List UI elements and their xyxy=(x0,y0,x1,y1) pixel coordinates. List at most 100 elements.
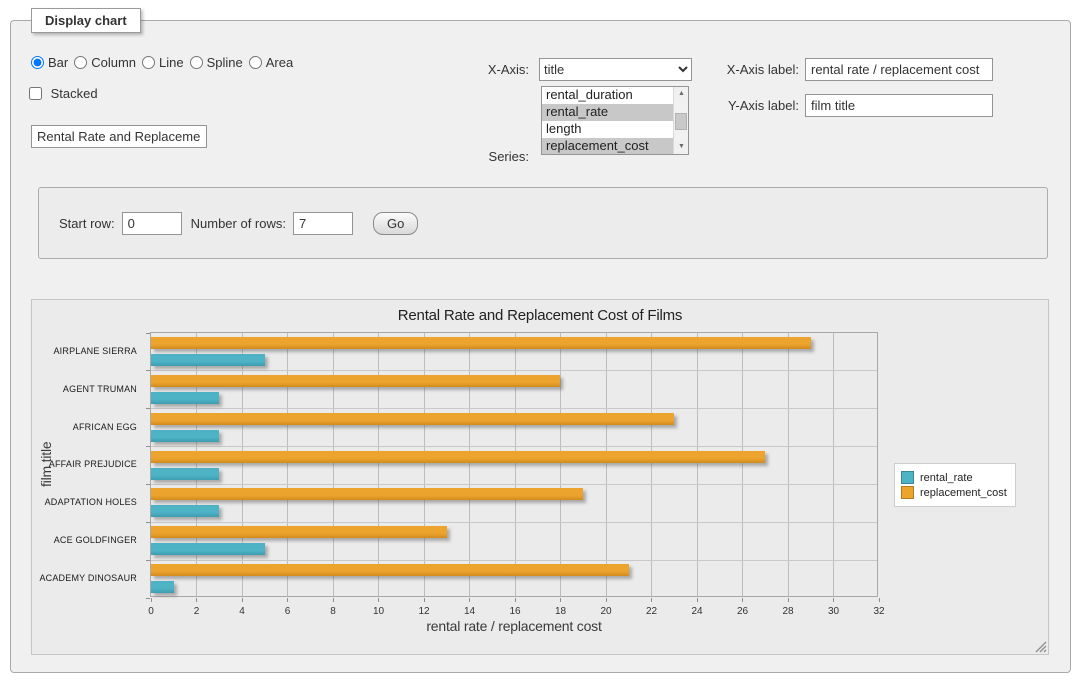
series-option-rental_rate[interactable]: rental_rate xyxy=(542,104,673,121)
legend-swatch xyxy=(901,486,914,499)
bar-replacement_cost-airplane-sierra xyxy=(151,337,811,349)
row-range-panel: Start row: Number of rows: Go xyxy=(38,187,1048,259)
x-tick-mark xyxy=(196,598,197,602)
bar-rental_rate-airplane-sierra xyxy=(151,354,265,366)
x-tick-label: 14 xyxy=(450,606,490,617)
chart-type-label: Spline xyxy=(207,55,243,70)
series-scrollbar[interactable]: ▲ ▼ xyxy=(673,87,688,154)
bar-replacement_cost-adaptation-holes xyxy=(151,488,583,500)
x-tick-label: 10 xyxy=(359,606,399,617)
legend-item-rental_rate: rental_rate xyxy=(901,471,1007,484)
scrollbar-thumb[interactable] xyxy=(675,113,687,130)
x-tick-mark xyxy=(287,598,288,602)
chart-title: Rental Rate and Replacement Cost of Film… xyxy=(32,307,1048,324)
gridline xyxy=(833,333,834,596)
x-tick-label: 22 xyxy=(632,606,672,617)
bar-rental_rate-adaptation-holes xyxy=(151,505,219,517)
chart-type-option-column[interactable]: Column xyxy=(74,55,136,70)
chart-type-radio-spline[interactable] xyxy=(190,56,203,69)
x-axis-title: rental rate / replacement cost xyxy=(150,618,878,634)
bar-replacement_cost-ace-goldfinger xyxy=(151,526,447,538)
chart-type-radio-bar[interactable] xyxy=(31,56,44,69)
x-tick-label: 26 xyxy=(723,606,763,617)
legend-label: replacement_cost xyxy=(920,487,1007,499)
chart-type-radio-area[interactable] xyxy=(249,56,262,69)
resize-handle-icon[interactable] xyxy=(1035,641,1047,653)
x-tick-mark xyxy=(606,598,607,602)
bar-rental_rate-ace-goldfinger xyxy=(151,543,265,555)
legend-item-replacement_cost: replacement_cost xyxy=(901,486,1007,499)
x-tick-mark xyxy=(560,598,561,602)
stacked-option[interactable]: Stacked xyxy=(29,86,98,101)
stacked-checkbox[interactable] xyxy=(29,87,42,100)
gridline xyxy=(287,333,288,596)
num-rows-input[interactable] xyxy=(293,212,353,235)
scrollbar-up-icon[interactable]: ▲ xyxy=(674,87,689,101)
x-tick-label: 4 xyxy=(222,606,262,617)
chart-type-option-line[interactable]: Line xyxy=(142,55,184,70)
bar-rental_rate-affair-prejudice xyxy=(151,468,219,480)
gridline xyxy=(151,522,877,523)
category-label: ADAPTATION HOLES xyxy=(32,483,144,521)
y-tick-mark xyxy=(146,446,150,447)
x-axis-select[interactable]: title xyxy=(539,58,692,81)
gridline xyxy=(151,484,877,485)
x-tick-mark xyxy=(378,598,379,602)
gridline xyxy=(515,333,516,596)
gridline xyxy=(651,333,652,596)
x-tick-mark xyxy=(333,598,334,602)
bar-replacement_cost-african-egg xyxy=(151,413,674,425)
x-tick-label: 18 xyxy=(541,606,581,617)
y-tick-mark xyxy=(146,598,150,599)
gridline xyxy=(333,333,334,596)
x-tick-label: 8 xyxy=(313,606,353,617)
gridline xyxy=(151,446,877,447)
y-tick-mark xyxy=(146,408,150,409)
series-listbox-options: rental_durationrental_ratelengthreplacem… xyxy=(542,87,673,154)
legend-label: rental_rate xyxy=(920,472,973,484)
y-axis-label-input[interactable] xyxy=(805,94,993,117)
page: Display chart BarColumnLineSplineArea St… xyxy=(0,0,1081,681)
x-axis-label-input[interactable] xyxy=(805,58,993,81)
x-tick-mark xyxy=(833,598,834,602)
gridline xyxy=(742,333,743,596)
series-listbox[interactable]: rental_durationrental_ratelengthreplacem… xyxy=(541,86,689,155)
series-option-rental_duration[interactable]: rental_duration xyxy=(542,87,673,104)
chart-type-radio-column[interactable] xyxy=(74,56,87,69)
x-tick-mark xyxy=(424,598,425,602)
chart-title-input[interactable] xyxy=(31,125,207,148)
gridline xyxy=(469,333,470,596)
x-axis-label-caption: X-Axis label: xyxy=(713,62,799,77)
bar-replacement_cost-agent-truman xyxy=(151,375,560,387)
scrollbar-down-icon[interactable]: ▼ xyxy=(674,140,689,154)
y-tick-mark xyxy=(146,484,150,485)
gridline xyxy=(196,333,197,596)
chart-type-option-spline[interactable]: Spline xyxy=(190,55,243,70)
x-tick-mark xyxy=(697,598,698,602)
chart-type-radio-line[interactable] xyxy=(142,56,155,69)
series-list-label: Series: xyxy=(445,149,529,164)
go-button[interactable]: Go xyxy=(373,212,418,235)
bar-replacement_cost-affair-prejudice xyxy=(151,451,765,463)
y-tick-mark xyxy=(146,560,150,561)
chart-type-option-area[interactable]: Area xyxy=(249,55,293,70)
gridline xyxy=(151,370,877,371)
bar-rental_rate-academy-dinosaur xyxy=(151,581,174,593)
series-option-length[interactable]: length xyxy=(542,121,673,138)
category-label: AGENT TRUMAN xyxy=(32,370,144,408)
plot-area: 02468101214161820222426283032 xyxy=(150,332,878,597)
gridline xyxy=(151,408,877,409)
chart-type-option-bar[interactable]: Bar xyxy=(31,55,68,70)
x-tick-label: 32 xyxy=(859,606,899,617)
start-row-input[interactable] xyxy=(122,212,182,235)
bar-rental_rate-agent-truman xyxy=(151,392,219,404)
series-option-replacement_cost[interactable]: replacement_cost xyxy=(542,138,673,155)
x-tick-label: 0 xyxy=(131,606,171,617)
chart-type-label: Line xyxy=(159,55,184,70)
x-tick-label: 24 xyxy=(677,606,717,617)
chart-type-label: Bar xyxy=(48,55,68,70)
gridline xyxy=(606,333,607,596)
gridline xyxy=(378,333,379,596)
category-label: ACADEMY DINOSAUR xyxy=(32,559,144,597)
bar-rental_rate-african-egg xyxy=(151,430,219,442)
